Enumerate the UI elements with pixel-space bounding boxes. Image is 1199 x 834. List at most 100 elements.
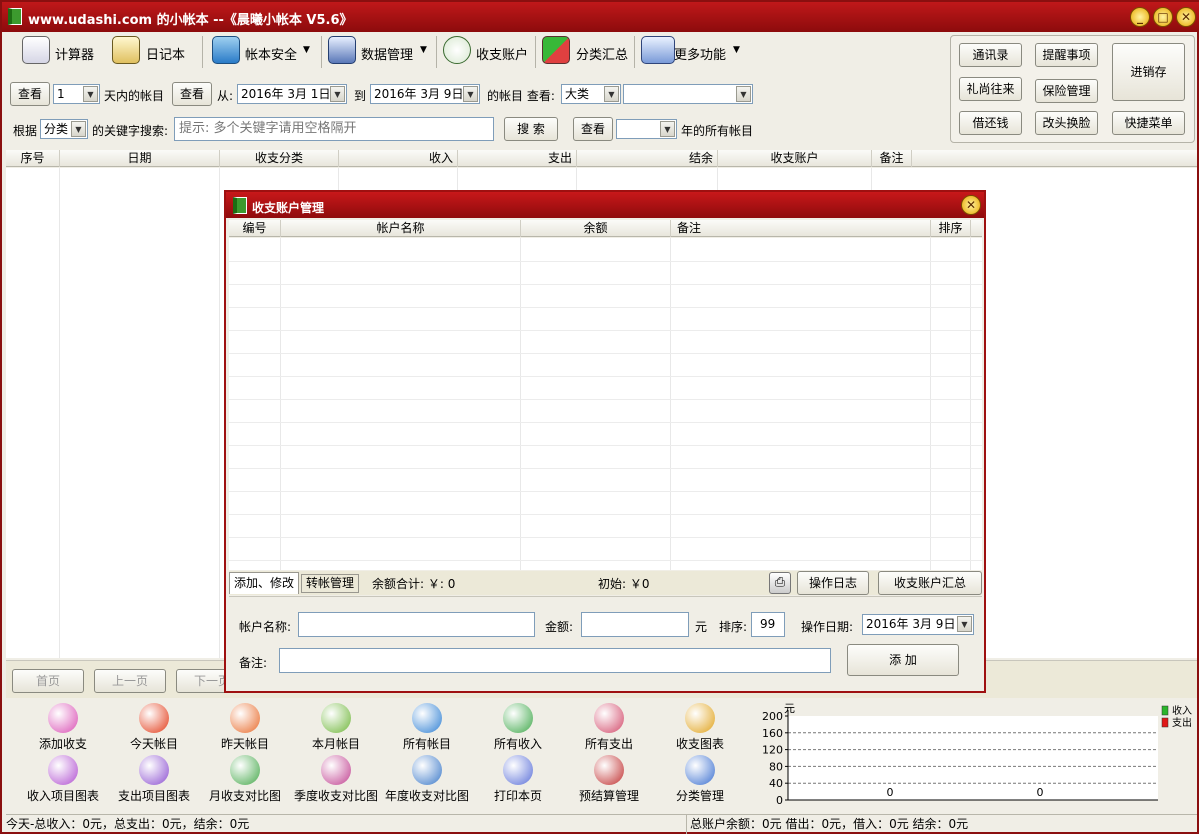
income-chart-icon[interactable] xyxy=(48,755,78,785)
function-button-label[interactable]: 分类管理 xyxy=(650,787,750,804)
chart-icon[interactable] xyxy=(685,703,715,733)
function-button-label[interactable]: 收支图表 xyxy=(650,735,750,752)
year-select[interactable]: ▼ xyxy=(616,119,677,139)
function-button-label[interactable]: 添加收支 xyxy=(13,735,113,752)
col-category[interactable]: 收支分类 xyxy=(220,150,339,167)
year-compare-icon[interactable] xyxy=(412,755,442,785)
prev-page-button[interactable]: 上一页 xyxy=(94,669,166,693)
account-name-input[interactable] xyxy=(298,612,535,637)
function-button-label[interactable]: 今天帐目 xyxy=(104,735,204,752)
quarter-compare-icon[interactable] xyxy=(321,755,351,785)
close-icon[interactable]: ✕ xyxy=(1176,7,1196,27)
calculator-icon xyxy=(22,36,50,64)
function-button-label[interactable]: 所有收入 xyxy=(468,735,568,752)
col-account-note[interactable]: 备注 xyxy=(671,220,931,237)
month-compare-icon[interactable] xyxy=(230,755,260,785)
function-button-label[interactable]: 月收支对比图 xyxy=(195,787,295,804)
maximize-icon[interactable]: □ xyxy=(1153,7,1173,27)
quick-menu-button[interactable]: 快捷菜单 xyxy=(1112,111,1185,135)
col-note[interactable]: 备注 xyxy=(872,150,912,167)
print-icon[interactable] xyxy=(503,755,533,785)
account-table[interactable] xyxy=(229,238,982,570)
skin-button[interactable]: 改头换脸 xyxy=(1035,111,1098,135)
category-level-select[interactable]: 大类 ▼ xyxy=(561,84,621,104)
search-field-select[interactable]: 分类 ▼ xyxy=(40,119,88,139)
note-input[interactable] xyxy=(279,648,831,673)
loans-button[interactable]: 借还钱 xyxy=(959,111,1022,135)
function-button-label[interactable]: 打印本页 xyxy=(468,787,568,804)
reminders-button[interactable]: 提醒事项 xyxy=(1035,43,1098,67)
toolbar-diary[interactable]: 日记本 xyxy=(146,44,185,63)
function-button-label[interactable]: 支出项目图表 xyxy=(104,787,204,804)
add-account-button[interactable]: 添 加 xyxy=(847,644,959,676)
contacts-button[interactable]: 通讯录 xyxy=(959,43,1022,67)
first-page-button[interactable]: 首页 xyxy=(12,669,84,693)
operation-log-button[interactable]: 操作日志 xyxy=(797,571,869,595)
keyword-search-input[interactable]: 提示: 多个关键字请用空格隔开 xyxy=(174,117,494,141)
function-button-label[interactable]: 昨天帐目 xyxy=(195,735,295,752)
function-button-label[interactable]: 所有帐目 xyxy=(377,735,477,752)
dialog-close-icon[interactable]: ✕ xyxy=(961,195,981,215)
minimize-icon[interactable]: _ xyxy=(1130,7,1150,27)
amount-input[interactable] xyxy=(581,612,689,637)
toolbar-accounts[interactable]: 收支账户 xyxy=(476,44,528,63)
toolbar-data-management[interactable]: 数据管理 xyxy=(361,44,413,63)
to-date-picker[interactable]: 2016年 3月 9日 ▼ xyxy=(370,84,480,104)
toolbar-security[interactable]: 帐本安全 xyxy=(245,44,297,63)
col-expense[interactable]: 支出 xyxy=(458,150,577,167)
function-button-label[interactable]: 收入项目图表 xyxy=(13,787,113,804)
security-chevron-down-icon[interactable]: ▼ xyxy=(303,45,310,55)
all-records-icon[interactable] xyxy=(412,703,442,733)
col-account-balance[interactable]: 余额 xyxy=(521,220,671,237)
function-button-label[interactable]: 年度收支对比图 xyxy=(377,787,477,804)
toolbar-more[interactable]: 更多功能 xyxy=(674,44,726,63)
days-select[interactable]: 1 ▼ xyxy=(53,84,100,104)
function-button-label[interactable]: 季度收支对比图 xyxy=(286,787,386,804)
toolbar-category-summary[interactable]: 分类汇总 xyxy=(576,44,628,63)
from-date-picker[interactable]: 2016年 3月 1日 ▼ xyxy=(237,84,347,104)
function-button-label[interactable]: 预结算管理 xyxy=(559,787,659,804)
chart-tick-label: 0 xyxy=(776,794,783,807)
tab-add-edit[interactable]: 添加、修改 xyxy=(229,572,299,594)
col-income[interactable]: 收入 xyxy=(339,150,458,167)
search-button[interactable]: 搜 索 xyxy=(504,117,558,141)
print-icon[interactable]: ⎙ xyxy=(769,572,791,594)
toolbar-calculator[interactable]: 计算器 xyxy=(55,44,94,63)
grid-row-line xyxy=(229,399,982,400)
expense-chart-icon[interactable] xyxy=(139,755,169,785)
all-income-icon[interactable] xyxy=(503,703,533,733)
operation-date-picker[interactable]: 2016年 3月 9日 ▼ xyxy=(862,614,974,635)
order-input[interactable]: 99 xyxy=(751,612,785,637)
all-expense-icon[interactable] xyxy=(594,703,624,733)
month-icon[interactable] xyxy=(321,703,351,733)
col-balance[interactable]: 结余 xyxy=(577,150,718,167)
col-account-name[interactable]: 帐户名称 xyxy=(281,220,521,237)
col-account[interactable]: 收支账户 xyxy=(718,150,872,167)
view-days-button[interactable]: 查看 xyxy=(10,82,50,106)
today-icon[interactable] xyxy=(139,703,169,733)
col-account-order[interactable]: 排序 xyxy=(931,220,971,237)
tab-transfer[interactable]: 转帐管理 xyxy=(301,574,359,593)
gifts-button[interactable]: 礼尚往来 xyxy=(959,77,1022,101)
view-range-button[interactable]: 查看 xyxy=(172,82,212,106)
grid-line xyxy=(59,168,60,658)
inventory-button[interactable]: 进销存 xyxy=(1112,43,1185,101)
account-form: 帐户名称: 金额: 元 排序: 99 操作日期: 2016年 3月 9日 ▼ 备注… xyxy=(229,596,982,689)
view-year-button[interactable]: 查看 xyxy=(573,117,613,141)
account-summary-button[interactable]: 收支账户汇总 xyxy=(878,571,982,595)
add-record-icon[interactable] xyxy=(48,703,78,733)
col-date[interactable]: 日期 xyxy=(60,150,220,167)
to-date-value: 2016年 3月 9日 xyxy=(374,87,464,101)
function-button-label[interactable]: 所有支出 xyxy=(559,735,659,752)
insurance-button[interactable]: 保险管理 xyxy=(1035,79,1098,103)
data-chevron-down-icon[interactable]: ▼ xyxy=(420,45,427,55)
col-no[interactable]: 序号 xyxy=(6,150,60,167)
subcategory-select[interactable]: ▼ xyxy=(623,84,753,104)
more-chevron-down-icon[interactable]: ▼ xyxy=(733,45,740,55)
function-button-label[interactable]: 本月帐目 xyxy=(286,735,386,752)
col-account-id[interactable]: 编号 xyxy=(229,220,281,237)
keyword-label: 的关键字搜索: xyxy=(92,124,169,138)
category-icon[interactable] xyxy=(685,755,715,785)
budget-icon[interactable] xyxy=(594,755,624,785)
yesterday-icon[interactable] xyxy=(230,703,260,733)
